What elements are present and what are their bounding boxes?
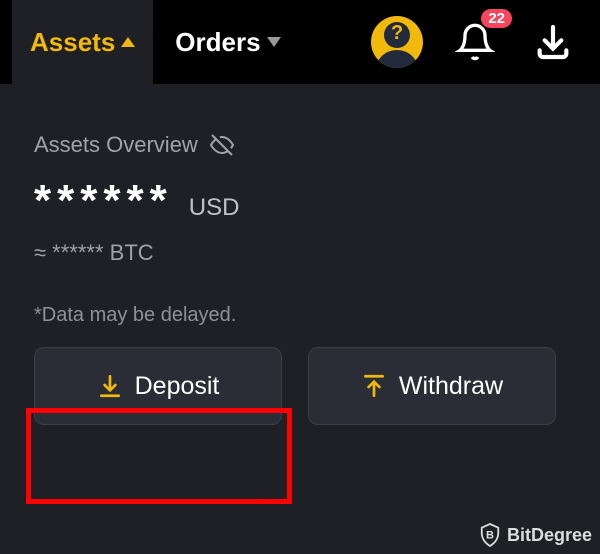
watermark-text: BitDegree (507, 525, 592, 546)
notification-badge: 22 (481, 9, 512, 28)
tab-orders[interactable]: Orders (161, 27, 294, 58)
balance-masked: ****** (34, 176, 173, 226)
btc-equivalent: ≈ ****** BTC (34, 240, 566, 266)
profile-avatar[interactable]: ? (368, 13, 426, 71)
download-button[interactable] (524, 13, 582, 71)
withdraw-button[interactable]: Withdraw (308, 347, 556, 425)
svg-text:B: B (486, 530, 494, 542)
deposit-icon (97, 373, 123, 399)
eye-off-icon[interactable] (210, 133, 234, 157)
deposit-button[interactable]: Deposit (34, 347, 282, 425)
notifications-button[interactable]: 22 (446, 13, 504, 71)
action-button-row: Deposit Withdraw (34, 347, 566, 425)
tab-orders-label: Orders (175, 27, 260, 58)
caret-up-icon (121, 37, 135, 47)
tab-assets[interactable]: Assets (12, 0, 153, 84)
balance-row: ****** USD (34, 176, 566, 226)
balance-currency: USD (189, 194, 240, 222)
deposit-label: Deposit (135, 372, 220, 401)
main-content: Assets Overview ****** USD ≈ ****** BTC … (0, 84, 600, 425)
delay-note: *Data may be delayed. (34, 304, 566, 327)
bell-icon (455, 22, 495, 62)
watermark: B BitDegree (479, 522, 592, 548)
avatar-icon: ? (371, 16, 423, 68)
withdraw-label: Withdraw (399, 372, 503, 401)
caret-down-icon (267, 37, 281, 47)
tab-assets-label: Assets (30, 27, 115, 58)
overview-title: Assets Overview (34, 132, 198, 158)
download-icon (533, 22, 573, 62)
overview-header: Assets Overview (34, 132, 566, 158)
shield-icon: B (479, 522, 501, 548)
top-navigation: Assets Orders ? 22 (0, 0, 600, 84)
withdraw-icon (361, 373, 387, 399)
